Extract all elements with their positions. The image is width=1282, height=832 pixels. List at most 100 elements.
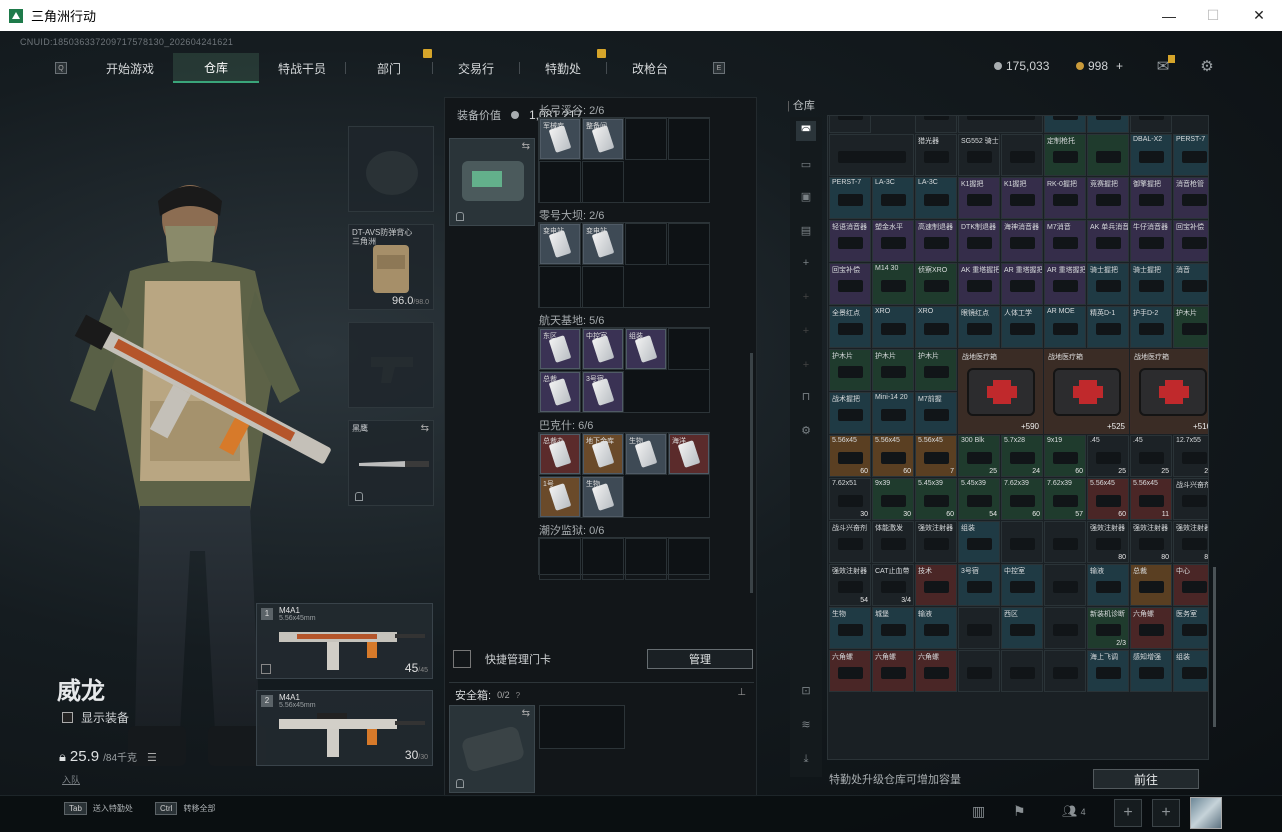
stash-item[interactable]: 5.7x28 24: [1001, 435, 1043, 477]
keycard-grid[interactable]: 军械库 整备间: [538, 117, 710, 203]
stash-item[interactable]: 护木片: [1173, 306, 1208, 348]
stash-item[interactable]: [1044, 650, 1086, 692]
stash-item[interactable]: [829, 134, 914, 176]
stash-item[interactable]: DBAL-X2: [1130, 134, 1172, 176]
stash-item[interactable]: 眼镜红点: [958, 306, 1000, 348]
invite-slot-button[interactable]: +: [1152, 799, 1180, 827]
layers-icon[interactable]: ≋: [796, 715, 816, 735]
stash-item[interactable]: 12.7x55 20: [1173, 435, 1208, 477]
settings-gear-icon[interactable]: ⚙: [796, 421, 816, 441]
stash-item[interactable]: 精斗瞄具: [829, 116, 871, 133]
melee-slot[interactable]: 黑鹰 ⇆: [348, 420, 434, 506]
keycard-cell[interactable]: [582, 161, 624, 203]
stash-item[interactable]: K1握把: [958, 177, 1000, 219]
stash-item[interactable]: AR 重塔握把: [1001, 263, 1043, 305]
stash-item[interactable]: 六角螺: [1130, 607, 1172, 649]
stash-item[interactable]: [1087, 134, 1129, 176]
keycard-cell[interactable]: [668, 223, 710, 265]
stash-item[interactable]: 西区: [1001, 607, 1043, 649]
stash-item[interactable]: 战术握把: [829, 392, 871, 434]
stash-item[interactable]: [1001, 521, 1043, 563]
tab-start[interactable]: 开始游戏: [87, 53, 173, 83]
armor-slot[interactable]: DT-AVS防弹背心 三角洲 96.0/98.0: [348, 224, 434, 310]
stash-item[interactable]: 战斗兴奋剂: [1173, 478, 1208, 520]
stash-item[interactable]: [1044, 564, 1086, 606]
keycard-item[interactable]: 1号: [540, 477, 580, 517]
stash-item[interactable]: 回宝补偿: [1173, 220, 1208, 262]
keycard-item[interactable]: 中控室: [583, 329, 623, 369]
stash-item[interactable]: 9x39 30: [872, 478, 914, 520]
keycard-item[interactable]: 变电站: [583, 224, 623, 264]
tab-warehouse[interactable]: 仓库: [173, 53, 259, 83]
stash-item[interactable]: 中控室: [1001, 564, 1043, 606]
stash-item[interactable]: .45 25: [1130, 435, 1172, 477]
stash-item[interactable]: 骑士握把: [1130, 263, 1172, 305]
stash-item[interactable]: 塑金水平: [872, 220, 914, 262]
stash-item[interactable]: 六角螺: [872, 650, 914, 692]
keycard-item[interactable]: 生物: [626, 434, 666, 474]
stash-armor-icon[interactable]: ▣: [796, 187, 816, 207]
stash-item[interactable]: 海神消音器: [1001, 220, 1043, 262]
keycard-cell[interactable]: [625, 223, 667, 265]
stash-item[interactable]: [915, 116, 957, 133]
stash-scrollbar[interactable]: [1213, 567, 1216, 727]
keycard-grid[interactable]: 变电站 变电站: [538, 222, 710, 308]
stash-item[interactable]: 战斗兴奋剂: [829, 521, 871, 563]
help-icon[interactable]: ?: [516, 691, 520, 700]
transfer-all-hint[interactable]: Ctrl 转移全部: [155, 802, 215, 815]
stash-item[interactable]: 强效注射器 80: [1130, 521, 1172, 563]
stash-item[interactable]: 组装: [958, 521, 1000, 563]
maximize-button[interactable]: ☐: [1190, 0, 1236, 31]
stash-item[interactable]: PERST-7: [829, 177, 871, 219]
nav-right-key-icon[interactable]: E: [713, 62, 725, 74]
stash-item[interactable]: 骑士握把: [1087, 263, 1129, 305]
safe-box-grid[interactable]: [539, 705, 625, 749]
flag-icon[interactable]: ⚑: [1013, 803, 1026, 820]
stash-item[interactable]: M14 30: [872, 263, 914, 305]
stash-item[interactable]: 强效注射器: [915, 521, 957, 563]
show-equipment-toggle[interactable]: 显示装备: [62, 709, 129, 726]
pin-icon[interactable]: ⊥: [737, 687, 746, 698]
lock-icon[interactable]: ⊓: [796, 387, 816, 407]
keycard-cell[interactable]: [668, 118, 710, 160]
stash-all-icon[interactable]: ◚: [796, 121, 816, 141]
tab-special-ops[interactable]: 特勤处: [520, 49, 606, 83]
tab-operators[interactable]: 特战干员: [259, 53, 345, 83]
checkbox[interactable]: [62, 712, 73, 723]
stash-item[interactable]: DTK制退器: [958, 220, 1000, 262]
stash-grid[interactable]: 精斗瞄具 通用消音组合ACOG 六倍瞄 M14枪托猎光器 SG552 骑士重枪管 定制枪…: [827, 115, 1209, 760]
keycard-cell[interactable]: [668, 538, 710, 580]
stash-item[interactable]: 感知增强: [1130, 650, 1172, 692]
stash-item[interactable]: 高速制退器: [915, 220, 957, 262]
stash-item[interactable]: 强效注射器 54: [829, 564, 871, 606]
stash-item[interactable]: 9x19 60: [1044, 435, 1086, 477]
settings-gear-icon[interactable]: ⚙: [1198, 57, 1216, 75]
helmet-slot[interactable]: [348, 126, 434, 212]
close-button[interactable]: ✕: [1236, 0, 1282, 31]
stash-item[interactable]: 猎光器: [915, 134, 957, 176]
primary-weapon-slot[interactable]: 1 M4A1 5.56x45mm 45/45: [256, 603, 433, 679]
keycard-item[interactable]: 军械库: [540, 119, 580, 159]
add-coins-button[interactable]: +: [1116, 59, 1123, 73]
keycard-cell[interactable]: [582, 538, 624, 580]
stash-item[interactable]: 强效注射器 80: [1087, 521, 1129, 563]
sort-icon[interactable]: ⊡: [796, 681, 816, 701]
stash-item[interactable]: 体能激发: [872, 521, 914, 563]
goto-button[interactable]: 前往: [1093, 769, 1199, 789]
stash-item[interactable]: LA-3C: [872, 177, 914, 219]
stash-item[interactable]: 中心: [1173, 564, 1208, 606]
stash-item[interactable]: 竞赛握把: [1087, 177, 1129, 219]
keycard-item[interactable]: 变电站: [540, 224, 580, 264]
keycard-item[interactable]: 整备间: [583, 119, 623, 159]
stash-item[interactable]: 7.62x39 57: [1044, 478, 1086, 520]
stash-item[interactable]: 5.45x39 54: [958, 478, 1000, 520]
stash-item[interactable]: 回宝补偿: [829, 263, 871, 305]
stash-item[interactable]: 消音: [1173, 263, 1208, 305]
stash-item[interactable]: CAT止血带 3/4: [872, 564, 914, 606]
stash-item[interactable]: 消音枪管: [1173, 177, 1208, 219]
keycard-grid[interactable]: 总裁办 地下金库 生物 海洋 1号 生物: [538, 432, 710, 518]
stash-item[interactable]: 组装: [1173, 650, 1208, 692]
stash-item[interactable]: M14枪托: [1130, 116, 1172, 133]
add-tab-icon[interactable]: +: [796, 253, 816, 273]
add-tab-icon[interactable]: +: [796, 355, 816, 375]
